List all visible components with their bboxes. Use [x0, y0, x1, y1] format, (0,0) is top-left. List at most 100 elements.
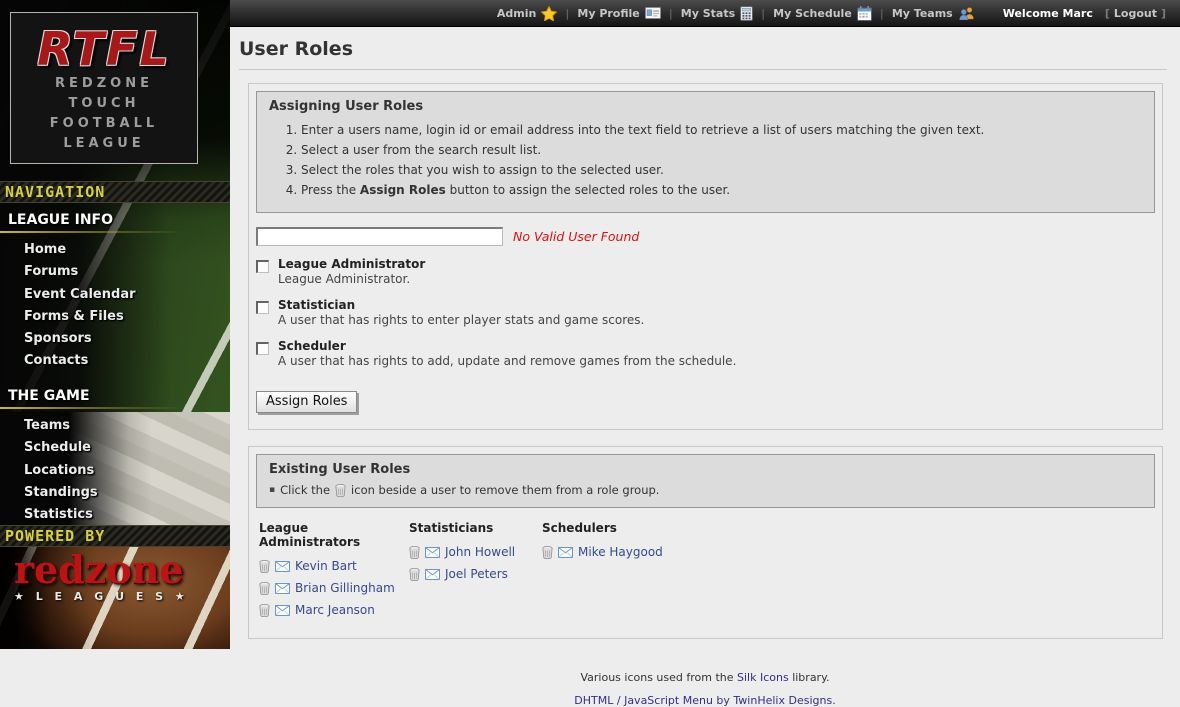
topbar-separator: |: [565, 7, 569, 20]
rtfl-logo-line: REDZONE: [11, 74, 197, 93]
instruction-item: Enter a users name, login id or email ad…: [301, 122, 1142, 138]
topbar-separator: |: [669, 7, 673, 20]
remove-user-trash-icon[interactable]: [409, 568, 420, 581]
user-name-link[interactable]: Joel Peters: [445, 567, 508, 581]
sidebar-item-locations[interactable]: Locations: [0, 460, 220, 482]
role-description: A user that has rights to enter player s…: [278, 313, 644, 328]
user-search-input[interactable]: [256, 227, 503, 246]
rtfl-logo-line: FOOTBALL: [11, 114, 197, 133]
email-user-mail-icon[interactable]: [275, 605, 290, 616]
remove-user-trash-icon[interactable]: [542, 546, 553, 559]
topbar-item-my-schedule[interactable]: My Schedule: [773, 6, 872, 21]
existing-roles-panel: Existing User Roles ▪ Click the icon bes…: [248, 446, 1163, 639]
sidebar-item-home[interactable]: Home: [0, 239, 220, 261]
user-name-link[interactable]: John Howell: [445, 545, 515, 559]
rtfl-logo: RTFL REDZONE TOUCH FOOTBALL LEAGUE: [10, 12, 198, 164]
star-icon: [541, 6, 557, 21]
sidebar-item-standings[interactable]: Standings: [0, 482, 220, 504]
remove-user-trash-icon[interactable]: [259, 560, 270, 573]
sidebar-item-event-calendar[interactable]: Event Calendar: [0, 284, 220, 306]
sidebar-item-forums[interactable]: Forums: [0, 261, 220, 283]
sidebar-item-teams[interactable]: Teams: [0, 415, 220, 437]
topbar-item-my-teams[interactable]: My Teams: [892, 7, 975, 20]
topbar-item-label: My Stats: [681, 7, 735, 20]
group-icon: [958, 7, 975, 20]
calculator-icon: [740, 6, 753, 21]
footer-line-icons: Various icons used from the Silk Icons l…: [230, 671, 1180, 684]
search-error-message: No Valid User Found: [513, 229, 639, 244]
user-name-link[interactable]: Marc Jeanson: [295, 603, 375, 617]
footer-line-menu-credit[interactable]: DHTML / JavaScript Menu by TwinHelix Des…: [230, 694, 1180, 707]
footer-text: library.: [789, 671, 830, 684]
note-text: icon beside a user to remove them from a…: [351, 483, 659, 497]
user-name-link[interactable]: Brian Gillingham: [295, 581, 395, 595]
instructions-list: Enter a users name, login id or email ad…: [269, 122, 1142, 198]
user-row: Kevin Bart: [259, 559, 409, 573]
column-title: Statisticians: [409, 521, 542, 535]
main-content: User Roles Assigning User Roles Enter a …: [230, 27, 1180, 649]
role-description: A user that has rights to add, update an…: [278, 354, 736, 369]
remove-user-trash-icon[interactable]: [409, 546, 420, 559]
calendar-icon: [857, 6, 872, 21]
role-text: League Administrator League Administrato…: [278, 257, 425, 287]
logout-link[interactable]: Logout: [1114, 7, 1157, 20]
role-option-scheduler: Scheduler A user that has rights to add,…: [256, 339, 1155, 369]
sidebar-item-statistics[interactable]: Statistics: [0, 504, 220, 526]
the-game-menu: Teams Schedule Locations Standings Stati…: [0, 415, 220, 526]
email-user-mail-icon[interactable]: [275, 583, 290, 594]
statistician-checkbox[interactable]: [256, 301, 269, 314]
assign-roles-title: Assigning User Roles: [269, 99, 1142, 114]
column-league-administrators: League Administrators Kevin Bart Brian G…: [259, 521, 409, 625]
instruction-item: Select a user from the search result lis…: [301, 142, 1142, 158]
column-title: League Administrators: [259, 521, 409, 549]
assign-roles-button[interactable]: Assign Roles: [256, 391, 357, 413]
scheduler-checkbox[interactable]: [256, 342, 269, 355]
the-game-section: THE GAME Teams Schedule Locations Standi…: [0, 388, 220, 526]
column-schedulers: Schedulers Mike Haygood: [542, 521, 1155, 625]
email-user-mail-icon[interactable]: [425, 569, 440, 580]
user-name-link[interactable]: Kevin Bart: [295, 559, 357, 573]
sidebar-item-contacts[interactable]: Contacts: [0, 350, 220, 372]
role-option-league-administrator: League Administrator League Administrato…: [256, 257, 1155, 287]
remove-user-trash-icon[interactable]: [259, 604, 270, 617]
sidebar-item-sponsors[interactable]: Sponsors: [0, 328, 220, 350]
existing-roles-title: Existing User Roles: [269, 462, 1142, 477]
logout-group: [ Logout ]: [1105, 7, 1166, 20]
role-description: League Administrator.: [278, 272, 425, 287]
sidebar-item-forms-files[interactable]: Forms & Files: [0, 306, 220, 328]
topbar-item-label: My Schedule: [773, 7, 852, 20]
topbar-item-admin[interactable]: Admin: [497, 6, 557, 21]
role-name: Statistician: [278, 298, 644, 313]
silk-icons-link[interactable]: Silk Icons: [737, 671, 789, 684]
the-game-header: THE GAME: [0, 388, 220, 404]
remove-user-trash-icon[interactable]: [259, 582, 270, 595]
role-name: League Administrator: [278, 257, 425, 272]
existing-roles-header-box: Existing User Roles ▪ Click the icon bes…: [256, 454, 1155, 508]
topbar-separator: |: [880, 7, 884, 20]
role-option-statistician: Statistician A user that has rights to e…: [256, 298, 1155, 328]
user-row: Joel Peters: [409, 567, 542, 581]
league-administrator-checkbox[interactable]: [256, 260, 269, 273]
assign-roles-header-box: Assigning User Roles Enter a users name,…: [256, 91, 1155, 213]
user-row: Mike Haygood: [542, 545, 1155, 559]
note-text: Click the: [280, 483, 330, 497]
remove-note: ▪ Click the icon beside a user to remove…: [269, 483, 1142, 497]
league-info-menu: Home Forums Event Calendar Forms & Files…: [0, 239, 220, 373]
email-user-mail-icon[interactable]: [558, 547, 573, 558]
topbar: Admin | My Profile | My Stats | My Sched…: [230, 0, 1180, 27]
email-user-mail-icon[interactable]: [425, 547, 440, 558]
instruction-item: Press the Assign Roles button to assign …: [301, 182, 1142, 198]
sidebar-item-schedule[interactable]: Schedule: [0, 437, 220, 459]
topbar-item-my-profile[interactable]: My Profile: [577, 7, 660, 20]
rtfl-logo-line: TOUCH: [11, 94, 197, 113]
logout-bracket: ]: [1161, 7, 1166, 20]
role-name: Scheduler: [278, 339, 736, 354]
bullet-icon: ▪: [269, 485, 275, 495]
topbar-item-my-stats[interactable]: My Stats: [681, 6, 753, 21]
user-name-link[interactable]: Mike Haygood: [578, 545, 663, 559]
assign-roles-panel: Assigning User Roles Enter a users name,…: [248, 83, 1163, 430]
email-user-mail-icon[interactable]: [275, 561, 290, 572]
topbar-separator: |: [761, 7, 765, 20]
page-title: User Roles: [239, 38, 1167, 70]
column-statisticians: Statisticians John Howell Joel Peters: [409, 521, 542, 625]
